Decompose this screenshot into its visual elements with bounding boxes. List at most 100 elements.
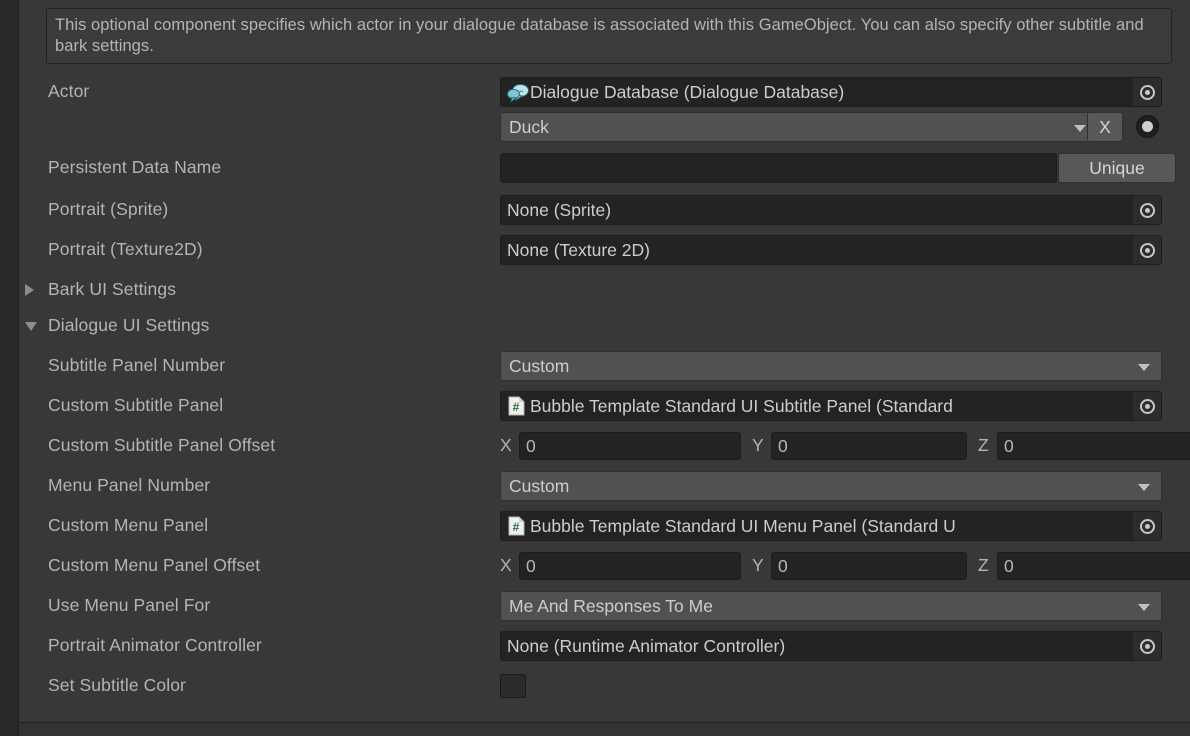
custom-menu-panel-offset-x-input[interactable]: 0 <box>519 552 741 580</box>
row-set-subtitle-color: Set Subtitle Color <box>19 667 1190 707</box>
subtitle-panel-number-label: Subtitle Panel Number <box>48 355 226 375</box>
offset-y-value: 0 <box>778 435 788 456</box>
portrait-texture2d-object-field[interactable]: None (Texture 2D) <box>500 235 1162 265</box>
offset-y-value: 0 <box>778 555 788 576</box>
offset-z-label: Z <box>978 555 989 575</box>
persistent-data-name-label: Persistent Data Name <box>48 157 222 177</box>
set-subtitle-color-label: Set Subtitle Color <box>48 675 186 695</box>
custom-subtitle-panel-object-field[interactable]: # Bubble Template Standard UI Subtitle P… <box>500 391 1162 421</box>
menu-panel-number-dropdown[interactable]: Custom <box>500 471 1162 501</box>
portrait-sprite-value: None (Sprite) <box>507 199 612 220</box>
row-portrait-sprite: Portrait (Sprite) None (Sprite) <box>19 191 1190 231</box>
offset-z-value: 0 <box>1004 555 1014 576</box>
custom-subtitle-panel-offset-y-input[interactable]: 0 <box>771 432 967 460</box>
panel-bottom-spacer <box>19 714 1190 722</box>
chevron-down-icon <box>1138 484 1150 491</box>
object-picker-icon[interactable] <box>1133 632 1161 660</box>
persistent-data-name-input[interactable] <box>500 153 1057 183</box>
portrait-texture2d-label: Portrait (Texture2D) <box>48 239 203 259</box>
row-portrait-animator-controller: Portrait Animator Controller None (Runti… <box>19 627 1190 667</box>
chevron-down-icon <box>1138 364 1150 371</box>
svg-text:#: # <box>513 520 520 534</box>
set-subtitle-color-checkbox[interactable] <box>500 674 526 698</box>
row-custom-menu-panel-offset: Custom Menu Panel Offset X 0 Y 0 Z 0 <box>19 547 1190 587</box>
custom-subtitle-panel-offset-label: Custom Subtitle Panel Offset <box>48 435 276 455</box>
actor-name-value: Duck <box>509 116 549 137</box>
unique-button-label: Unique <box>1089 157 1145 178</box>
portrait-texture2d-value: None (Texture 2D) <box>507 239 650 260</box>
dialogue-database-icon: ••• <box>507 84 529 103</box>
offset-z-label: Z <box>978 435 989 455</box>
svg-text:•••: ••• <box>518 89 524 95</box>
custom-menu-panel-offset-label: Custom Menu Panel Offset <box>48 555 261 575</box>
inspector-left-gutter <box>0 0 19 736</box>
object-picker-icon[interactable] <box>1133 196 1161 224</box>
foldout-bark-ui-settings[interactable]: Bark UI Settings <box>19 271 1190 311</box>
actor-clear-button[interactable]: X <box>1087 112 1123 142</box>
row-persistent-data-name: Persistent Data Name Unique <box>19 149 1190 189</box>
menu-panel-number-value: Custom <box>509 475 570 496</box>
row-custom-subtitle-panel: Custom Subtitle Panel # Bubble Template … <box>19 387 1190 427</box>
actor-object-field[interactable]: ••• Dialogue Database (Dialogue Database… <box>500 77 1162 107</box>
object-picker-icon[interactable] <box>1133 236 1161 264</box>
offset-y-label: Y <box>752 555 764 575</box>
offset-x-value: 0 <box>526 435 536 456</box>
use-menu-panel-for-dropdown[interactable]: Me And Responses To Me <box>500 591 1162 621</box>
panel-footer-area <box>19 723 1190 736</box>
actor-radio-toggle[interactable] <box>1136 115 1159 138</box>
row-custom-menu-panel: Custom Menu Panel # Bubble Template Stan… <box>19 507 1190 547</box>
chevron-down-icon <box>1074 125 1086 132</box>
radio-dot-icon <box>1142 121 1153 132</box>
object-picker-icon[interactable] <box>1133 78 1161 106</box>
unique-button[interactable]: Unique <box>1058 153 1176 183</box>
object-picker-icon[interactable] <box>1133 512 1161 540</box>
subtitle-panel-number-value: Custom <box>509 355 570 376</box>
object-picker-icon[interactable] <box>1133 392 1161 420</box>
custom-menu-panel-object-field[interactable]: # Bubble Template Standard UI Menu Panel… <box>500 511 1162 541</box>
row-menu-panel-number: Menu Panel Number Custom <box>19 467 1190 507</box>
dialogue-ui-settings-label: Dialogue UI Settings <box>48 315 210 335</box>
custom-menu-panel-label: Custom Menu Panel <box>48 515 209 535</box>
portrait-animator-controller-object-field[interactable]: None (Runtime Animator Controller) <box>500 631 1162 661</box>
prefab-icon: # <box>508 516 525 536</box>
offset-x-value: 0 <box>526 555 536 576</box>
row-custom-subtitle-panel-offset: Custom Subtitle Panel Offset X 0 Y 0 Z 0 <box>19 427 1190 467</box>
inspector-panel: This optional component specifies which … <box>0 0 1190 736</box>
custom-subtitle-panel-value: Bubble Template Standard UI Subtitle Pan… <box>530 395 953 416</box>
actor-object-value: Dialogue Database (Dialogue Database) <box>530 81 845 102</box>
row-actor-dropdown: Duck X <box>19 108 1190 148</box>
actor-label: Actor <box>48 81 90 101</box>
offset-x-label: X <box>500 435 512 455</box>
row-actor: Actor ••• Dialogue Database (Dialogue Da… <box>19 73 1190 113</box>
portrait-sprite-label: Portrait (Sprite) <box>48 199 169 219</box>
chevron-down-icon <box>1138 604 1150 611</box>
bark-ui-settings-label: Bark UI Settings <box>48 279 177 299</box>
offset-y-label: Y <box>752 435 764 455</box>
use-menu-panel-for-label: Use Menu Panel For <box>48 595 211 615</box>
custom-menu-panel-value: Bubble Template Standard UI Menu Panel (… <box>530 515 956 536</box>
custom-menu-panel-offset-z-input[interactable]: 0 <box>997 552 1190 580</box>
row-use-menu-panel-for: Use Menu Panel For Me And Responses To M… <box>19 587 1190 627</box>
portrait-animator-controller-value: None (Runtime Animator Controller) <box>507 635 786 656</box>
custom-subtitle-panel-offset-x-input[interactable]: 0 <box>519 432 741 460</box>
foldout-dialogue-ui-settings[interactable]: Dialogue UI Settings <box>19 307 1190 347</box>
custom-subtitle-panel-offset-z-input[interactable]: 0 <box>997 432 1190 460</box>
custom-subtitle-panel-label: Custom Subtitle Panel <box>48 395 224 415</box>
chevron-down-icon[interactable] <box>25 322 37 331</box>
help-box-text: This optional component specifies which … <box>55 16 1144 55</box>
portrait-sprite-object-field[interactable]: None (Sprite) <box>500 195 1162 225</box>
custom-menu-panel-offset-y-input[interactable]: 0 <box>771 552 967 580</box>
subtitle-panel-number-dropdown[interactable]: Custom <box>500 351 1162 381</box>
menu-panel-number-label: Menu Panel Number <box>48 475 211 495</box>
chevron-right-icon[interactable] <box>25 284 34 296</box>
portrait-animator-controller-label: Portrait Animator Controller <box>48 635 262 655</box>
actor-name-dropdown[interactable]: Duck <box>500 112 1098 142</box>
svg-text:#: # <box>513 400 520 414</box>
actor-clear-label: X <box>1099 116 1111 137</box>
help-box: This optional component specifies which … <box>46 8 1172 64</box>
offset-x-label: X <box>500 555 512 575</box>
prefab-icon: # <box>508 396 525 416</box>
row-portrait-texture2d: Portrait (Texture2D) None (Texture 2D) <box>19 231 1190 271</box>
offset-z-value: 0 <box>1004 435 1014 456</box>
use-menu-panel-for-value: Me And Responses To Me <box>509 595 713 616</box>
